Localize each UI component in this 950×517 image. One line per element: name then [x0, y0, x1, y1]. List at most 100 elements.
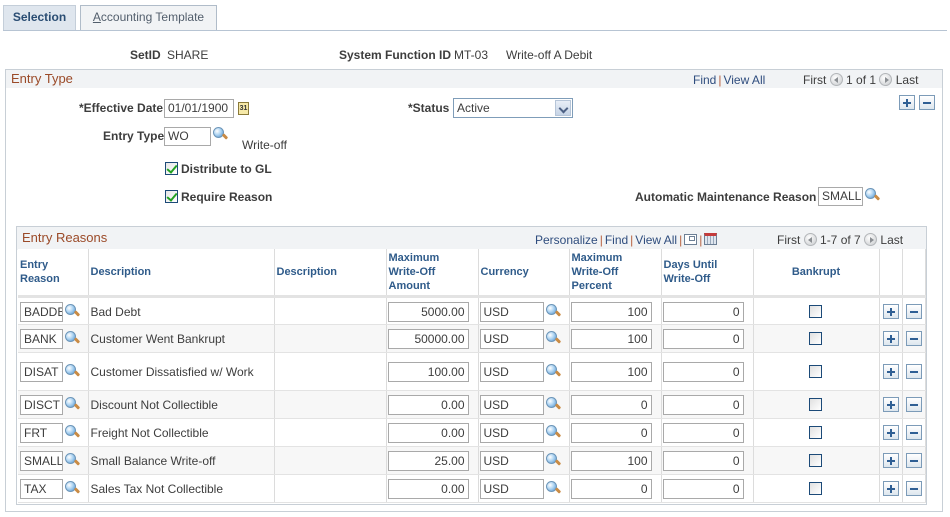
max-amount-input[interactable]: 50000.00: [387, 328, 469, 349]
col-days-until[interactable]: Days Until Write-Off: [661, 249, 754, 298]
currency-input[interactable]: USD: [479, 301, 544, 322]
search-icon[interactable]: [545, 303, 561, 319]
calendar-icon[interactable]: 31: [238, 102, 249, 115]
add-row-button[interactable]: [882, 452, 899, 468]
find-link[interactable]: Find: [605, 233, 628, 247]
max-amount-input[interactable]: 0.00: [387, 394, 469, 415]
bankrupt-checkbox[interactable]: [808, 364, 822, 378]
search-icon[interactable]: [64, 452, 80, 468]
next-icon[interactable]: [879, 73, 893, 86]
tab-accounting-template[interactable]: Accounting Template: [80, 5, 217, 30]
currency-input[interactable]: USD: [479, 361, 544, 382]
delete-row-button[interactable]: [905, 452, 922, 468]
col-bankrupt[interactable]: Bankrupt: [753, 249, 880, 298]
search-icon[interactable]: [64, 480, 80, 496]
search-icon[interactable]: [64, 424, 80, 440]
delete-entry-type-button[interactable]: [919, 95, 935, 110]
delete-row-button[interactable]: [905, 480, 922, 496]
col-max-percent[interactable]: Maximum Write-Off Percent: [569, 249, 662, 298]
col-currency[interactable]: Currency: [478, 249, 570, 298]
tab-selection[interactable]: Selection: [3, 5, 76, 30]
currency-input[interactable]: USD: [479, 422, 544, 443]
auto-maintenance-reason-input[interactable]: SMALL: [818, 187, 863, 206]
previous-icon[interactable]: [803, 233, 817, 246]
bankrupt-checkbox[interactable]: [808, 481, 822, 495]
add-row-button[interactable]: [882, 330, 899, 346]
status-select[interactable]: Active: [453, 98, 573, 118]
search-icon[interactable]: [545, 396, 561, 412]
view-all-link[interactable]: View All: [635, 233, 677, 247]
max-amount-input[interactable]: 5000.00: [387, 301, 469, 322]
delete-row-button[interactable]: [905, 424, 922, 440]
max-percent-input[interactable]: 100: [570, 361, 652, 382]
days-until-input[interactable]: 0: [662, 478, 744, 499]
max-amount-input[interactable]: 100.00: [387, 361, 469, 382]
bankrupt-checkbox[interactable]: [808, 331, 822, 345]
add-row-button[interactable]: [882, 303, 899, 319]
effective-date-input[interactable]: 01/01/1900: [164, 99, 234, 118]
entry-reason-input[interactable]: DISCT: [20, 394, 63, 415]
currency-input[interactable]: USD: [479, 328, 544, 349]
bankrupt-checkbox[interactable]: [808, 397, 822, 411]
days-until-input[interactable]: 0: [662, 361, 744, 382]
max-percent-input[interactable]: 0: [570, 478, 652, 499]
bankrupt-checkbox[interactable]: [808, 304, 822, 318]
add-row-button[interactable]: [882, 480, 899, 496]
max-percent-input[interactable]: 100: [570, 328, 652, 349]
delete-row-button[interactable]: [905, 363, 922, 379]
col-description-2[interactable]: Description: [274, 249, 387, 298]
max-percent-input[interactable]: 0: [570, 422, 652, 443]
distribute-to-gl-checkbox[interactable]: [165, 162, 178, 175]
max-percent-input[interactable]: 100: [570, 450, 652, 471]
currency-input[interactable]: USD: [479, 394, 544, 415]
personalize-link[interactable]: Personalize: [535, 233, 598, 247]
search-icon[interactable]: [864, 187, 880, 203]
search-icon[interactable]: [545, 363, 561, 379]
entry-reason-input[interactable]: TAX: [20, 478, 63, 499]
entry-type-input[interactable]: WO: [164, 127, 211, 146]
search-icon[interactable]: [64, 396, 80, 412]
view-all-link[interactable]: View All: [723, 73, 765, 87]
require-reason-checkbox[interactable]: [165, 190, 178, 203]
previous-icon[interactable]: [829, 73, 843, 86]
add-row-button[interactable]: [882, 363, 899, 379]
search-icon[interactable]: [64, 330, 80, 346]
col-entry-reason[interactable]: Entry Reason: [18, 249, 89, 298]
max-amount-input[interactable]: 0.00: [387, 422, 469, 443]
entry-reason-input[interactable]: BANK: [20, 328, 63, 349]
days-until-input[interactable]: 0: [662, 301, 744, 322]
search-icon[interactable]: [64, 303, 80, 319]
currency-input[interactable]: USD: [479, 478, 544, 499]
add-entry-type-button[interactable]: [899, 95, 915, 110]
chevron-down-icon[interactable]: [555, 100, 571, 116]
entry-reason-input[interactable]: DISAT: [20, 361, 63, 382]
days-until-input[interactable]: 0: [662, 394, 744, 415]
col-description[interactable]: Description: [88, 249, 275, 298]
delete-row-button[interactable]: [905, 303, 922, 319]
entry-reason-input[interactable]: BADDB: [20, 301, 63, 322]
max-percent-input[interactable]: 0: [570, 394, 652, 415]
search-icon[interactable]: [545, 480, 561, 496]
days-until-input[interactable]: 0: [662, 422, 744, 443]
search-icon[interactable]: [64, 363, 80, 379]
add-row-button[interactable]: [882, 424, 899, 440]
delete-row-button[interactable]: [905, 396, 922, 412]
add-row-button[interactable]: [882, 396, 899, 412]
max-amount-input[interactable]: 25.00: [387, 450, 469, 471]
find-link[interactable]: Find: [693, 73, 716, 87]
bankrupt-checkbox[interactable]: [808, 453, 822, 467]
search-icon[interactable]: [545, 424, 561, 440]
max-percent-input[interactable]: 100: [570, 301, 652, 322]
days-until-input[interactable]: 0: [662, 450, 744, 471]
new-window-icon[interactable]: [684, 234, 698, 245]
delete-row-button[interactable]: [905, 330, 922, 346]
currency-input[interactable]: USD: [479, 450, 544, 471]
bankrupt-checkbox[interactable]: [808, 425, 822, 439]
search-icon[interactable]: [545, 452, 561, 468]
search-icon[interactable]: [212, 126, 228, 142]
next-icon[interactable]: [864, 233, 878, 246]
entry-reason-input[interactable]: FRT: [20, 422, 63, 443]
col-max-amount[interactable]: Maximum Write-Off Amount: [386, 249, 479, 298]
search-icon[interactable]: [545, 330, 561, 346]
max-amount-input[interactable]: 0.00: [387, 478, 469, 499]
